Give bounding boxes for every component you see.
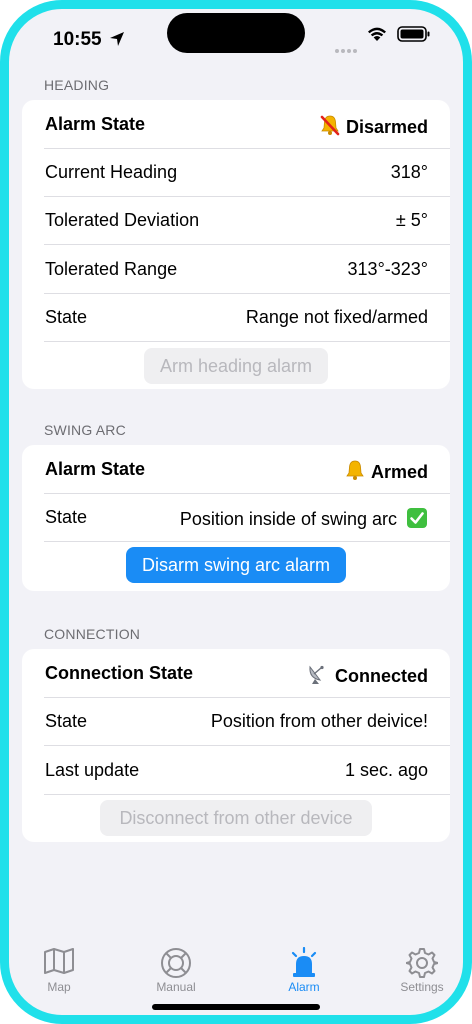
- bell-slash-icon: [320, 115, 340, 136]
- row-value: Position inside of swing arc: [180, 507, 428, 530]
- disarm-swing-arc-alarm-button[interactable]: Disarm swing arc alarm: [126, 547, 346, 583]
- row-label: State: [45, 507, 88, 527]
- row-label: Connection State: [45, 663, 194, 683]
- current-heading-row: Current Heading 318°: [22, 148, 450, 196]
- connection-card: Connection State Connected State Positio…: [22, 649, 450, 842]
- row-value: 313°-323°: [347, 259, 428, 279]
- phone-screen: 10:55 HEADING Alarm State Disarmed Curre…: [0, 0, 472, 1024]
- row-label: Current Heading: [45, 162, 178, 182]
- row-value: Position from other deivice!: [210, 711, 428, 731]
- disconnect-from-other-device-button[interactable]: Disconnect from other device: [100, 800, 372, 836]
- row-value: 318°: [390, 162, 428, 182]
- row-label: Alarm State: [45, 459, 146, 479]
- tab-bar: Map Manual Alarm Settings: [9, 927, 463, 1007]
- dynamic-island: [167, 13, 305, 53]
- status-time: 10:55: [53, 29, 102, 50]
- section-header-heading: HEADING: [44, 77, 110, 93]
- connection-state-value: Connected: [334, 666, 428, 686]
- connection-state-row: Connection State Connected: [22, 649, 450, 697]
- tab-label: Settings: [400, 980, 444, 994]
- row-value: Armed: [344, 459, 428, 483]
- lifebuoy-icon: [161, 948, 191, 978]
- row-label: State: [45, 711, 88, 731]
- row-value: Connected: [306, 663, 428, 687]
- row-label: Last update: [45, 760, 140, 780]
- row-label: State: [45, 307, 88, 327]
- section-header-swing-arc: SWING ARC: [44, 422, 126, 438]
- row-value: ± 5°: [395, 210, 428, 230]
- connection-position-state-row: State Position from other deivice!: [22, 697, 450, 745]
- map-icon: [44, 948, 74, 974]
- divider: [44, 794, 450, 795]
- divider: [44, 541, 450, 542]
- home-indicator: [152, 1004, 320, 1010]
- satellite-antenna-icon: [309, 665, 324, 684]
- tab-alarm[interactable]: Alarm: [259, 947, 349, 994]
- divider: [44, 341, 450, 342]
- last-update-row: Last update 1 sec. ago: [22, 746, 450, 794]
- tolerated-deviation-row: Tolerated Deviation ± 5°: [22, 196, 450, 244]
- wifi-icon: [368, 27, 386, 41]
- swing-arc-alarm-state-row: Alarm State Armed: [22, 445, 450, 493]
- swing-arc-state-row: State Position inside of swing arc: [22, 493, 450, 541]
- heading-alarm-state-row: Alarm State Disarmed: [22, 100, 450, 148]
- row-label: Tolerated Range: [45, 259, 178, 279]
- swing-arc-state-value: Position inside of swing arc: [179, 509, 397, 529]
- gear-icon: [406, 948, 438, 978]
- tolerated-range-row: Tolerated Range 313°-323°: [22, 245, 450, 293]
- swing-arc-alarm-state-value: Armed: [370, 462, 428, 482]
- battery-icon: [397, 26, 430, 42]
- tab-settings[interactable]: Settings: [377, 947, 463, 994]
- heading-card: Alarm State Disarmed Current Heading 318…: [22, 100, 450, 389]
- check-mark-icon: [407, 508, 427, 528]
- siren-icon: [291, 947, 317, 977]
- row-value: 1 sec. ago: [344, 760, 428, 780]
- tab-manual[interactable]: Manual: [131, 947, 221, 994]
- status-bar: 10:55: [9, 9, 463, 69]
- arm-heading-alarm-button[interactable]: Arm heading alarm: [144, 348, 328, 384]
- tab-label: Alarm: [288, 980, 320, 994]
- section-header-connection: CONNECTION: [44, 626, 141, 642]
- tab-label: Manual: [156, 980, 196, 994]
- tab-label: Map: [47, 980, 71, 994]
- row-label: Tolerated Deviation: [45, 210, 200, 230]
- location-arrow-icon: [110, 32, 124, 46]
- heading-alarm-state-value: Disarmed: [345, 117, 428, 137]
- heading-state-row: State Range not fixed/armed: [22, 293, 450, 341]
- tab-map[interactable]: Map: [14, 947, 104, 994]
- cellular-signal-icon: [335, 40, 361, 53]
- swing-arc-card: Alarm State Armed State Position inside …: [22, 445, 450, 591]
- bell-icon: [346, 460, 364, 480]
- row-value: Disarmed: [319, 114, 428, 138]
- row-value: Range not fixed/armed: [245, 307, 428, 327]
- row-label: Alarm State: [45, 114, 146, 134]
